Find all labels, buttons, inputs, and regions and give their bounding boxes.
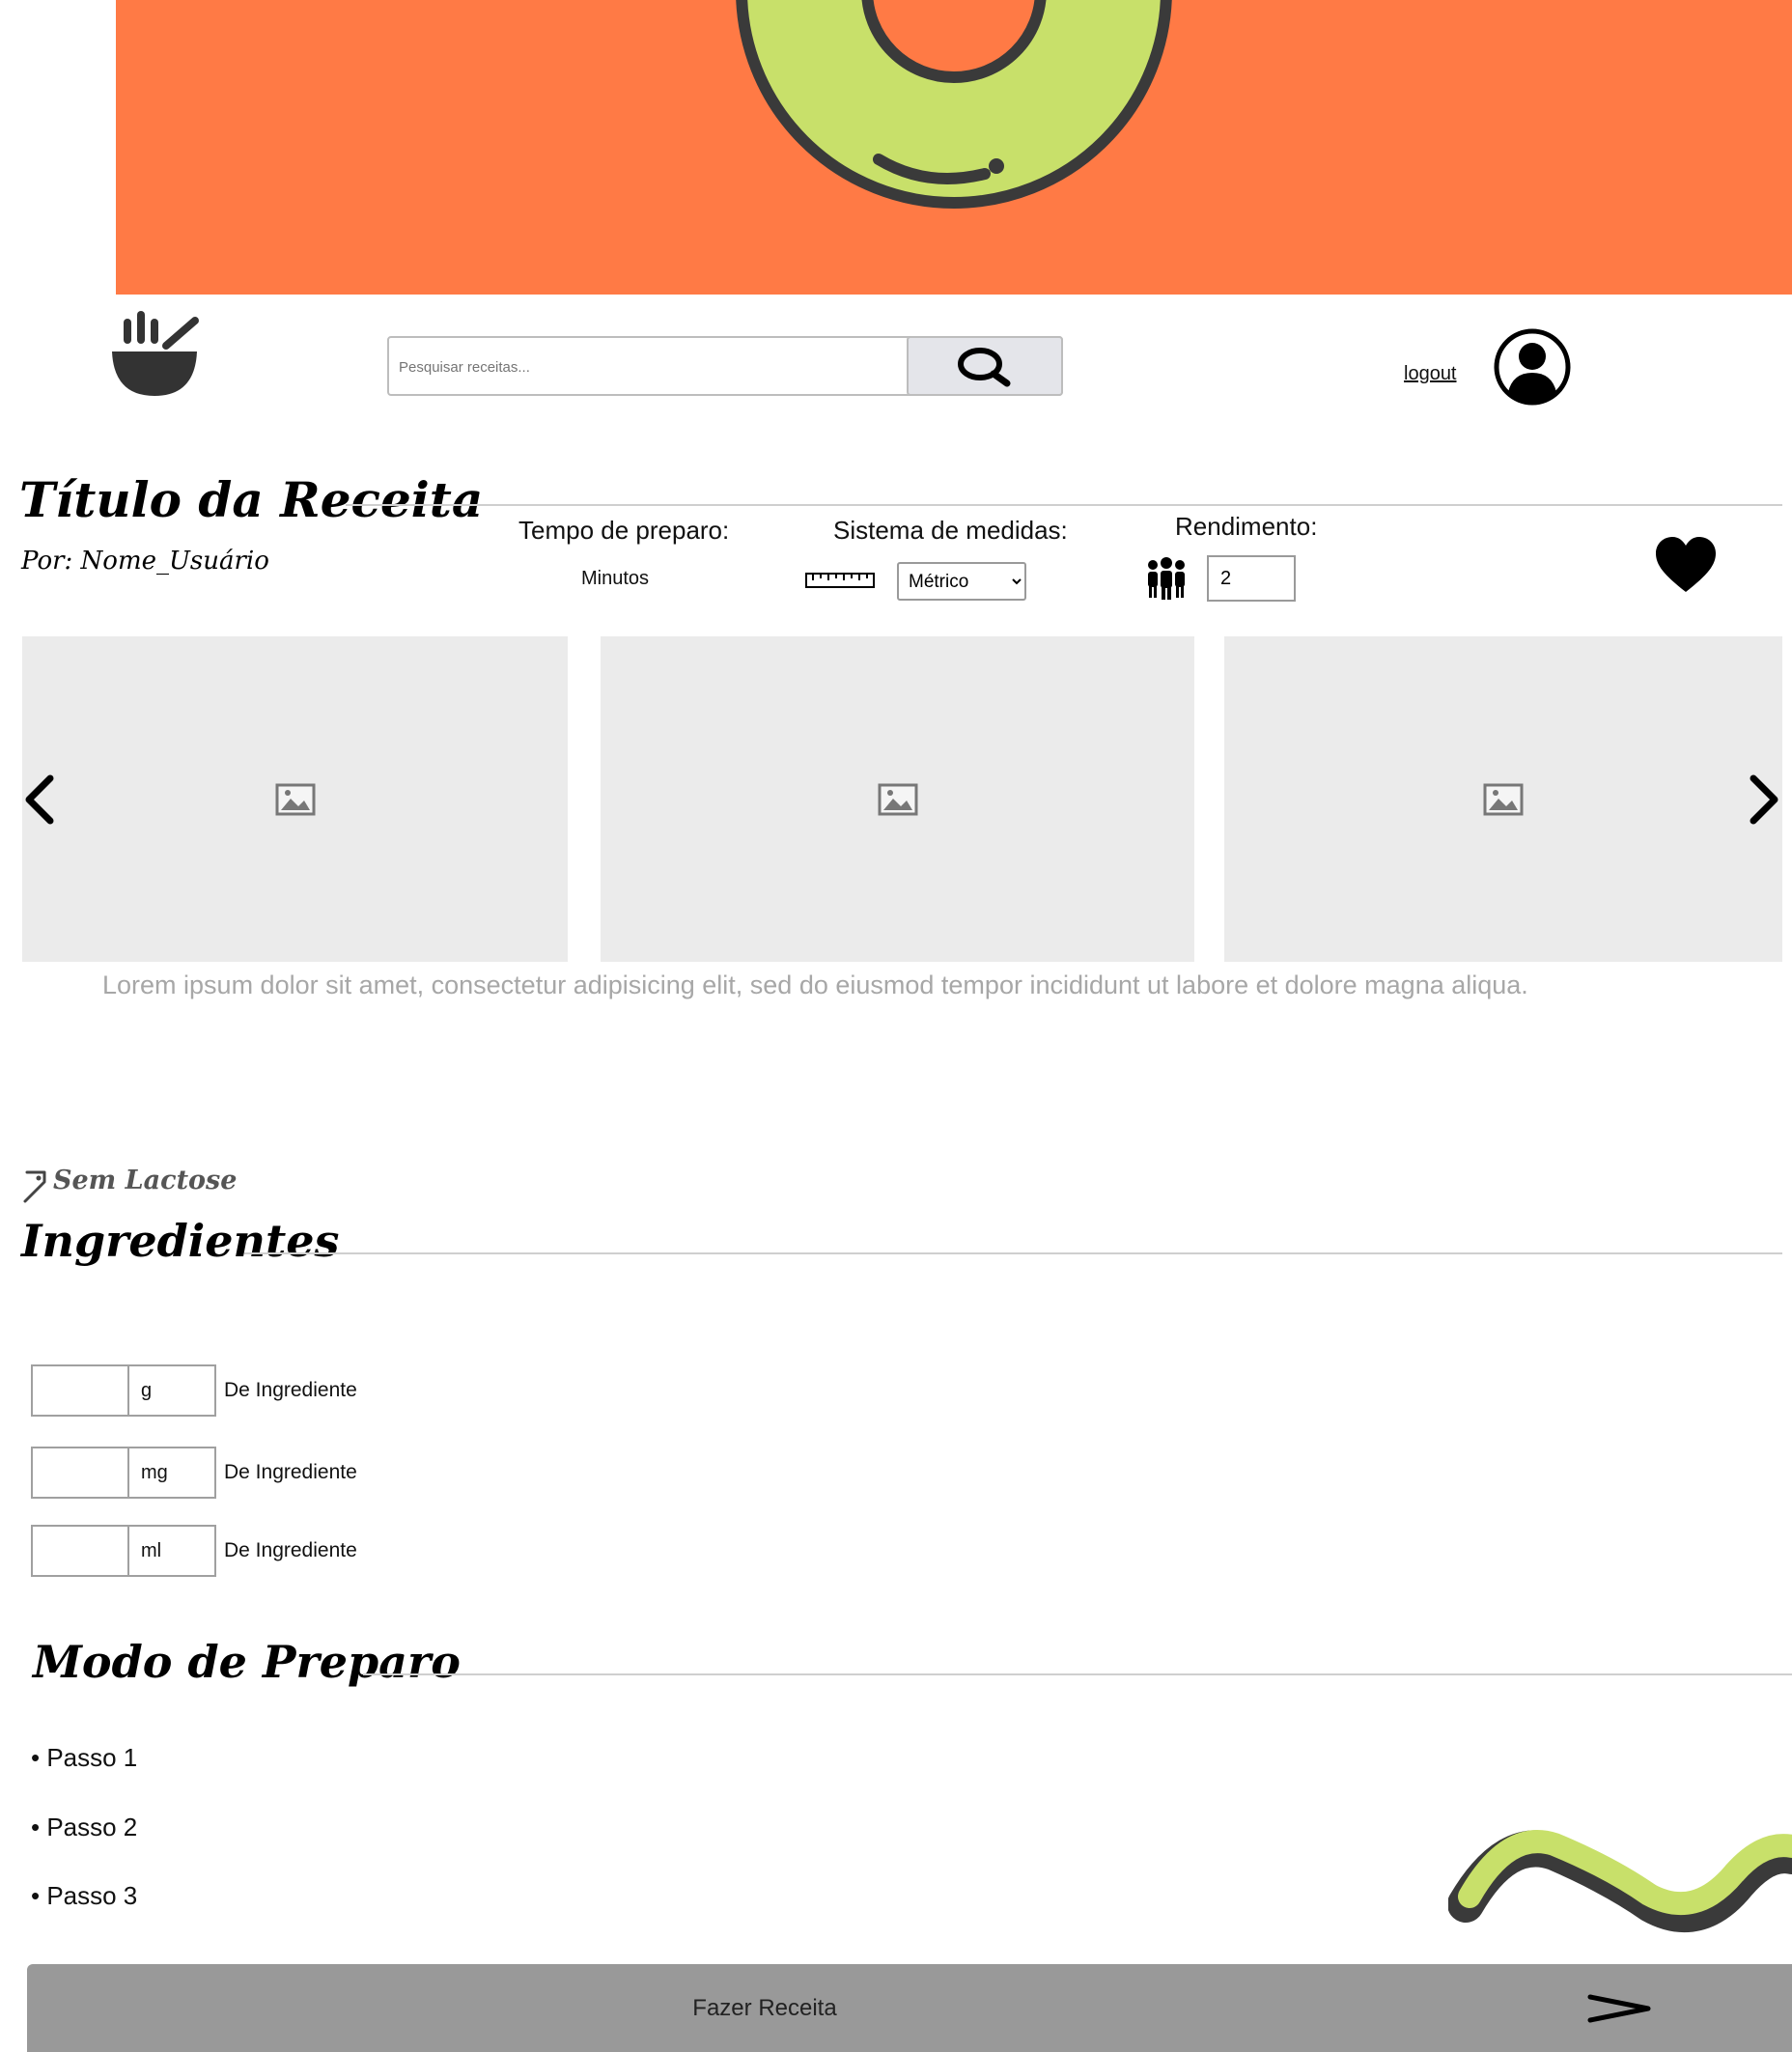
ingredient-name: De Ingrediente: [224, 1379, 357, 1401]
ingredient-quantity-input[interactable]: [31, 1447, 127, 1499]
make-recipe-label: Fazer Receita: [692, 1994, 837, 2021]
favorite-heart-icon[interactable]: [1654, 534, 1718, 598]
tag-icon: [23, 1170, 46, 1203]
search-input[interactable]: [397, 346, 903, 388]
recipe-title: Título da Receita: [19, 471, 484, 528]
recipe-description: Lorem ipsum dolor sit amet, consectetur …: [102, 970, 1528, 999]
wave-decoration-icon: [1448, 1830, 1792, 1933]
chevron-left-icon[interactable]: [19, 773, 58, 827]
method-title: Modo de Preparo: [33, 1636, 461, 1688]
bowl-logo-icon[interactable]: [108, 307, 201, 400]
user-avatar-icon[interactable]: [1494, 328, 1571, 406]
diet-tag: Sem Lactose: [53, 1166, 238, 1195]
search-icon: [958, 348, 1011, 387]
yield-label: Rendimento:: [1175, 512, 1318, 541]
ingredient-unit: ml: [127, 1525, 216, 1577]
ruler-icon: [805, 573, 875, 588]
ingredient-name: De Ingrediente: [224, 1461, 357, 1483]
image-placeholder-icon: [1483, 783, 1524, 815]
method-step: • Passo 3: [31, 1881, 138, 1910]
measure-system-select[interactable]: Métrico: [897, 562, 1026, 601]
method-step: • Passo 1: [31, 1743, 138, 1772]
logout-link[interactable]: logout: [1404, 363, 1457, 385]
method-divider: [363, 1673, 1792, 1675]
ingredient-unit: mg: [127, 1447, 216, 1499]
chevron-right-icon[interactable]: [1746, 773, 1784, 827]
ingredients-title: Ingredientes: [21, 1215, 340, 1267]
ingredients-divider: [244, 1252, 1782, 1254]
method-step: • Passo 2: [31, 1813, 138, 1841]
image-placeholder-icon: [275, 783, 315, 815]
search-button[interactable]: [907, 336, 1063, 396]
image-placeholder-icon: [878, 783, 917, 815]
search-bar: [387, 336, 1063, 396]
hero-banner: [116, 0, 1792, 295]
measure-system-label: Sistema de medidas:: [833, 516, 1068, 545]
yield-input[interactable]: [1207, 555, 1296, 602]
arrow-right-icon: [1587, 1994, 1651, 2023]
gallery-image-2[interactable]: [601, 636, 1194, 962]
ingredient-row: mg De Ingrediente: [31, 1446, 357, 1500]
ingredient-quantity-input[interactable]: [31, 1525, 127, 1577]
ingredient-quantity-input[interactable]: [31, 1364, 127, 1417]
ingredient-row: ml De Ingrediente: [31, 1524, 357, 1578]
prep-time-value: Minutos: [581, 568, 650, 589]
gallery-image-3[interactable]: [1224, 636, 1782, 962]
make-recipe-button[interactable]: Fazer Receita: [27, 1964, 1792, 2052]
recipe-author: Por: Nome_Usuário: [21, 547, 269, 576]
people-icon: [1148, 557, 1185, 600]
donut-illustration: [736, 0, 1172, 209]
prep-time-label: Tempo de preparo:: [518, 516, 730, 545]
ingredient-row: g De Ingrediente: [31, 1363, 357, 1418]
title-divider: [346, 504, 1782, 506]
ingredient-unit: g: [127, 1364, 216, 1417]
gallery-image-1[interactable]: [22, 636, 568, 962]
ingredient-name: De Ingrediente: [224, 1539, 357, 1561]
